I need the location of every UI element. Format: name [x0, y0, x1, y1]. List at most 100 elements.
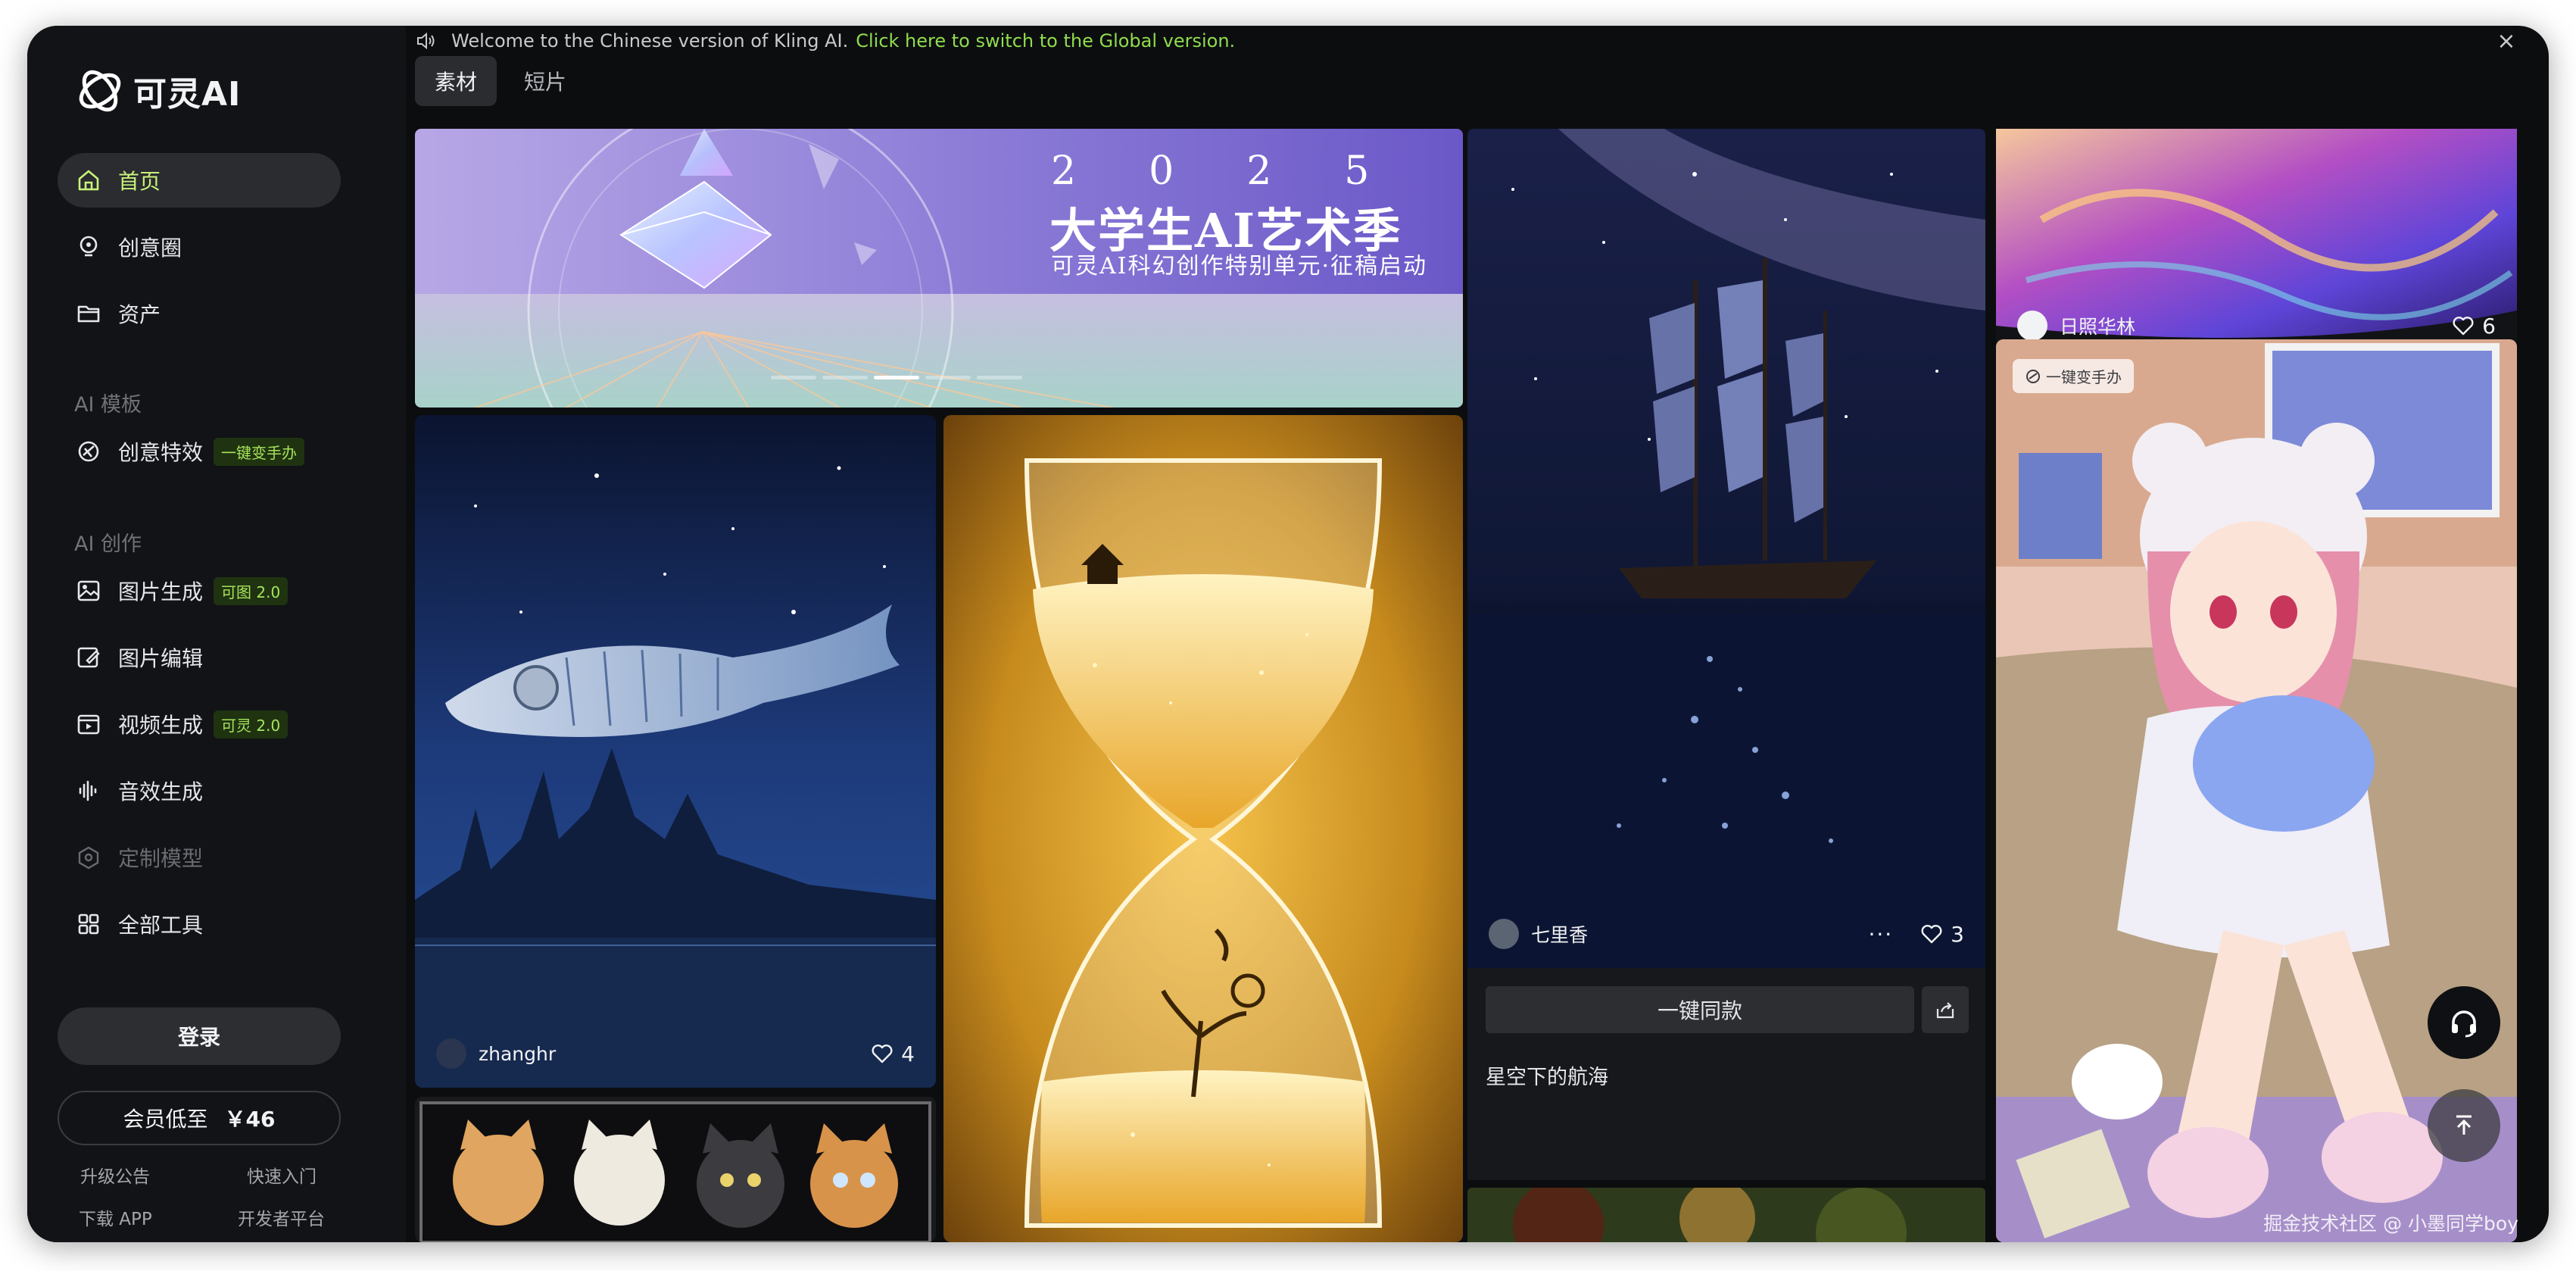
author-name[interactable]: zhanghr	[479, 1043, 556, 1065]
one-click-same-button[interactable]: 一键同款	[1486, 986, 1914, 1033]
carousel-dot[interactable]	[925, 376, 971, 379]
cats-card[interactable]	[415, 1097, 936, 1242]
link-quick-start[interactable]: 快速入门	[247, 1162, 317, 1188]
sidebar-item-label: 资产	[118, 302, 161, 327]
carousel-dot[interactable]	[822, 376, 868, 379]
avatar[interactable]	[2017, 311, 2047, 341]
ship-detail-panel: 一键同款 星空下的航海	[1467, 968, 1985, 1180]
speaker-icon	[417, 32, 435, 50]
avatar[interactable]	[436, 1038, 466, 1069]
logo-text: 可灵AI	[133, 75, 242, 114]
headset-icon	[2452, 1010, 2476, 1038]
section-label-templates: AI 模板	[74, 393, 142, 417]
sidebar-item-home[interactable]: 首页	[58, 153, 341, 208]
heart-icon	[2453, 317, 2474, 336]
notice-bar: Welcome to the Chinese version of Kling …	[415, 26, 1235, 56]
tab-materials[interactable]: 素材	[415, 56, 497, 106]
sidebar-item-audio-gen[interactable]: 音效生成	[58, 764, 341, 818]
carousel-dot[interactable]	[771, 376, 816, 379]
app-window: 可灵AI 首页 创意圈 资产 AI 模板 创意特效 一键变手办 AI 创作 图片…	[27, 26, 2549, 1242]
folder-icon	[76, 301, 101, 326]
ship-card[interactable]: 七里香 ··· 3	[1467, 129, 1985, 968]
sidebar-item-custom-model: 定制模型	[58, 830, 341, 885]
sidebar-item-video-gen[interactable]: 视频生成 可灵 2.0	[58, 697, 341, 751]
badge-figurine: 一键变手办	[214, 437, 305, 466]
image-icon	[76, 578, 101, 604]
carousel-indicator[interactable]	[771, 376, 1022, 379]
like-button[interactable]: 6	[2452, 314, 2496, 339]
psychedelic-card[interactable]: 日照华林 6	[1996, 129, 2517, 356]
sidebar-item-label: 定制模型	[118, 846, 204, 871]
global-version-link[interactable]: Click here to switch to the Global versi…	[856, 30, 1235, 52]
watermark: 掘金技术社区 @ 小墨同学boy	[2263, 1213, 2518, 1235]
logo[interactable]: 可灵AI	[74, 65, 241, 117]
sidebar-item-label: 首页	[118, 169, 161, 194]
author-name[interactable]: 七里香	[1531, 920, 1588, 948]
like-button[interactable]: 3	[1920, 922, 1964, 947]
sidebar-item-assets[interactable]: 资产	[58, 286, 341, 341]
more-options-icon[interactable]: ···	[1868, 922, 1893, 947]
carousel-dot-active[interactable]	[874, 376, 919, 379]
tab-shorts[interactable]: 短片	[504, 56, 586, 106]
sidebar-item-label: 创意圈	[118, 236, 182, 261]
video-icon	[76, 711, 101, 737]
banner-card[interactable]: 2 0 2 5 大学生AI艺术季 可灵AI科幻创作特别单元·征稿启动	[415, 129, 1463, 408]
hourglass-image	[943, 415, 1463, 1242]
grid-icon	[76, 911, 101, 937]
work-title: 星空下的航海	[1486, 1066, 1608, 1089]
carousel-dot[interactable]	[977, 376, 1022, 379]
whale-card-meta: zhanghr 4	[415, 1020, 936, 1088]
year-digit: 2	[1246, 148, 1272, 194]
author-name[interactable]: 日照华林	[2060, 312, 2135, 339]
next-card-preview[interactable]	[1467, 1188, 1985, 1242]
banner-year: 2 0 2 5	[1051, 148, 1369, 194]
link-developer-platform[interactable]: 开发者平台	[238, 1204, 325, 1230]
login-button[interactable]: 登录	[58, 1007, 341, 1065]
year-digit: 2	[1051, 148, 1077, 194]
image-edit-icon	[76, 645, 101, 670]
hourglass-card[interactable]	[943, 415, 1463, 1242]
ship-image	[1467, 129, 1985, 968]
customer-service-button[interactable]	[2428, 986, 2500, 1059]
link-upgrade-notes[interactable]: 升级公告	[80, 1162, 150, 1188]
sidebar-item-label: 全部工具	[118, 913, 204, 938]
cats-image	[415, 1097, 936, 1242]
sidebar-item-effects[interactable]: 创意特效 一键变手办	[58, 424, 341, 479]
year-digit: 0	[1149, 148, 1174, 194]
sidebar-item-image-gen[interactable]: 图片生成 可图 2.0	[58, 564, 341, 618]
like-button[interactable]: 4	[871, 1041, 915, 1066]
forest-image	[1467, 1188, 1985, 1242]
kling-logo-icon	[79, 70, 121, 112]
sidebar-item-label: 创意特效	[118, 440, 204, 465]
avatar[interactable]	[1489, 919, 1519, 949]
sidebar-item-all-tools[interactable]: 全部工具	[58, 897, 341, 951]
link-download-app[interactable]: 下载 APP	[79, 1204, 152, 1230]
badge-ketu: 可图 2.0	[214, 576, 288, 605]
like-count: 3	[1951, 921, 1964, 947]
sidebar-item-label: 视频生成	[118, 713, 204, 738]
figurine-tag[interactable]: 一键变手办	[2013, 359, 2134, 393]
heart-icon	[1921, 925, 1942, 944]
effects-icon	[76, 439, 101, 464]
close-notice-icon[interactable]: ×	[2491, 26, 2521, 56]
sidebar-item-creative-circle[interactable]: 创意圈	[58, 220, 341, 274]
whale-image	[415, 415, 936, 1088]
model-cube-icon	[76, 845, 101, 870]
section-label-create: AI 创作	[74, 532, 142, 556]
membership-price: ￥46	[224, 1107, 276, 1132]
banner-subtitle: 可灵AI科幻创作特别单元·征稿启动	[1051, 253, 1428, 279]
membership-label: 会员低至	[123, 1107, 208, 1132]
year-digit: 5	[1344, 148, 1370, 194]
back-to-top-button[interactable]	[2428, 1089, 2500, 1162]
like-count: 4	[901, 1041, 915, 1066]
membership-button[interactable]: 会员低至 ￥46	[58, 1091, 341, 1145]
sidebar-item-label: 音效生成	[118, 779, 204, 804]
bulb-icon	[76, 234, 101, 260]
whale-card[interactable]: zhanghr 4	[415, 415, 936, 1088]
heart-icon	[872, 1045, 893, 1063]
share-button[interactable]	[1922, 986, 1969, 1033]
sidebar-item-image-edit[interactable]: 图片编辑	[58, 630, 341, 685]
notice-text: Welcome to the Chinese version of Kling …	[451, 30, 849, 52]
arrow-up-icon	[2456, 1115, 2472, 1135]
ship-card-meta: 七里香 ··· 3	[1467, 900, 1985, 968]
